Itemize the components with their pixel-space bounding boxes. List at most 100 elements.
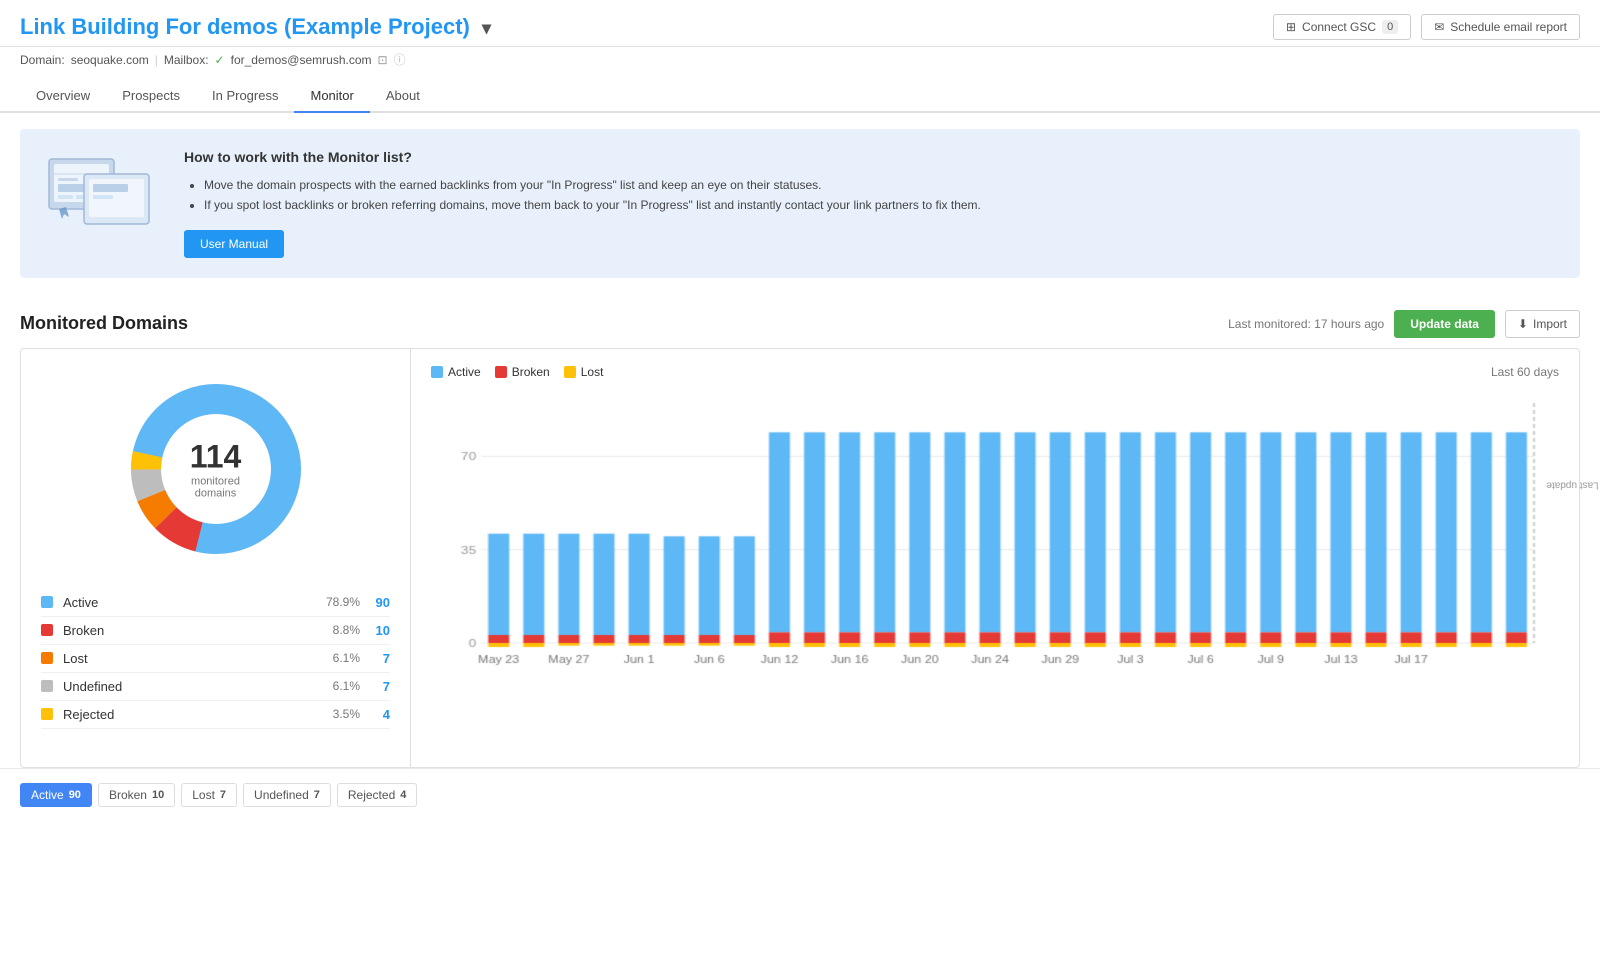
- bar-legend-item-active[interactable]: Active: [431, 365, 481, 379]
- filter-tab-count-active: 90: [69, 789, 81, 801]
- filter-tab-label-rejected: Rejected: [348, 788, 395, 802]
- last-update-label: Last update: [1546, 479, 1598, 490]
- domain-info: Domain: seoquake.com | Mailbox: ✓ for_de…: [0, 47, 1600, 76]
- filter-tab-label-undefined: Undefined: [254, 788, 309, 802]
- legend-count-broken[interactable]: 10: [360, 623, 390, 638]
- legend-count-lost[interactable]: 7: [360, 651, 390, 666]
- connect-label: Connect GSC: [1302, 20, 1376, 34]
- connect-icon: ⊞: [1286, 20, 1296, 34]
- legend-pct-undefined: 6.1%: [305, 679, 360, 693]
- legend-count-active[interactable]: 90: [360, 595, 390, 610]
- banner-text: How to work with the Monitor list? Move …: [184, 149, 981, 258]
- bar-legend-label-lost: Lost: [581, 365, 604, 379]
- bar-legend-cb-active: [431, 366, 443, 378]
- import-label: Import: [1533, 317, 1567, 331]
- section-header: Monitored Domains Last monitored: 17 hou…: [0, 294, 1600, 348]
- mailbox-check-icon: ✓: [215, 53, 225, 67]
- filter-tabs: Active 90Broken 10Lost 7Undefined 7Rejec…: [0, 768, 1600, 821]
- legend-dot-broken: [41, 624, 53, 636]
- connect-gsc-button[interactable]: ⊞ Connect GSC 0: [1273, 14, 1411, 40]
- banner-bullet-2: If you spot lost backlinks or broken ref…: [204, 195, 981, 215]
- domain-value: seoquake.com: [71, 53, 149, 67]
- schedule-email-button[interactable]: ✉ Schedule email report: [1421, 14, 1580, 40]
- info-icon: ⓘ: [394, 51, 406, 68]
- filter-tab-lost[interactable]: Lost 7: [181, 783, 237, 807]
- legend-item-undefined: Undefined 6.1% 7: [41, 673, 390, 701]
- legend-pct-rejected: 3.5%: [305, 707, 360, 721]
- filter-tab-label-lost: Lost: [192, 788, 215, 802]
- donut-legend: Active 78.9% 90 Broken 8.8% 10 Lost 6.1%…: [41, 589, 390, 729]
- section-actions: Last monitored: 17 hours ago Update data…: [1228, 310, 1580, 338]
- banner-bullet-1: Move the domain prospects with the earne…: [204, 175, 981, 195]
- legend-name-active: Active: [63, 595, 305, 610]
- legend-pct-broken: 8.8%: [305, 623, 360, 637]
- tab-overview[interactable]: Overview: [20, 80, 106, 113]
- legend-item-rejected: Rejected 3.5% 4: [41, 701, 390, 729]
- filter-tab-label-broken: Broken: [109, 788, 147, 802]
- legend-name-undefined: Undefined: [63, 679, 305, 694]
- filter-tab-undefined[interactable]: Undefined 7: [243, 783, 331, 807]
- page-title: Link Building For demos (Example Project…: [20, 14, 491, 40]
- bar-chart-canvas: [431, 393, 1559, 693]
- chart-container: 114 monitored domains Active 78.9% 90 Br…: [20, 348, 1580, 768]
- schedule-label: Schedule email report: [1450, 20, 1567, 34]
- donut-chart: 114 monitored domains: [41, 369, 390, 569]
- info-banner: How to work with the Monitor list? Move …: [20, 129, 1580, 278]
- banner-illustration: [44, 149, 164, 242]
- separator: |: [155, 53, 158, 67]
- tab-about[interactable]: About: [370, 80, 436, 113]
- donut-panel: 114 monitored domains Active 78.9% 90 Br…: [21, 349, 411, 767]
- legend-item-active: Active 78.9% 90: [41, 589, 390, 617]
- section-title: Monitored Domains: [20, 313, 188, 334]
- legend-dot-lost: [41, 652, 53, 664]
- last-60-label: Last 60 days: [1491, 365, 1559, 379]
- legend-item-broken: Broken 8.8% 10: [41, 617, 390, 645]
- title-blue: For demos (Example Project): [165, 14, 469, 39]
- last-monitored-text: Last monitored: 17 hours ago: [1228, 317, 1384, 331]
- tabs-nav: Overview Prospects In Progress Monitor A…: [0, 80, 1600, 113]
- legend-item-lost: Lost 6.1% 7: [41, 645, 390, 673]
- tab-in-progress[interactable]: In Progress: [196, 80, 294, 113]
- tab-prospects[interactable]: Prospects: [106, 80, 196, 113]
- filter-tab-count-broken: 10: [152, 789, 164, 801]
- update-data-button[interactable]: Update data: [1394, 310, 1495, 338]
- filter-tab-rejected[interactable]: Rejected 4: [337, 783, 418, 807]
- filter-tab-label-active: Active: [31, 788, 64, 802]
- banner-list: Move the domain prospects with the earne…: [184, 175, 981, 216]
- bar-legend-label-active: Active: [448, 365, 481, 379]
- filter-tab-active[interactable]: Active 90: [20, 783, 92, 807]
- tab-monitor[interactable]: Monitor: [294, 80, 369, 113]
- legend-count-undefined[interactable]: 7: [360, 679, 390, 694]
- legend-dot-undefined: [41, 680, 53, 692]
- legend-count-rejected[interactable]: 4: [360, 707, 390, 722]
- legend-pct-active: 78.9%: [305, 595, 360, 609]
- bar-legend: Active Broken Lost: [431, 365, 603, 379]
- copy-icon[interactable]: ⊡: [378, 53, 388, 67]
- monitor-illustration-icon: [44, 149, 164, 239]
- legend-name-lost: Lost: [63, 651, 305, 666]
- bar-chart-header: Active Broken Lost Last 60 days: [431, 365, 1559, 379]
- legend-dot-rejected: [41, 708, 53, 720]
- import-icon: ⬇: [1518, 317, 1528, 331]
- filter-tab-broken[interactable]: Broken 10: [98, 783, 175, 807]
- legend-name-broken: Broken: [63, 623, 305, 638]
- import-button[interactable]: ⬇ Import: [1505, 310, 1580, 338]
- domain-label: Domain:: [20, 53, 65, 67]
- bar-chart-area: [431, 393, 1559, 696]
- legend-pct-lost: 6.1%: [305, 651, 360, 665]
- mailbox-label: Mailbox:: [164, 53, 209, 67]
- donut-label1: monitored: [190, 475, 242, 487]
- user-manual-button[interactable]: User Manual: [184, 230, 284, 258]
- bar-legend-item-lost[interactable]: Lost: [564, 365, 604, 379]
- email-icon: ✉: [1434, 20, 1444, 34]
- header-actions: ⊞ Connect GSC 0 ✉ Schedule email report: [1273, 14, 1580, 40]
- banner-title: How to work with the Monitor list?: [184, 149, 981, 165]
- connect-count: 0: [1382, 20, 1398, 34]
- filter-tab-count-lost: 7: [220, 789, 226, 801]
- bar-legend-label-broken: Broken: [512, 365, 550, 379]
- mailbox-email: for_demos@semrush.com: [231, 53, 372, 67]
- dropdown-arrow-icon[interactable]: ▾: [482, 18, 491, 38]
- bar-legend-item-broken[interactable]: Broken: [495, 365, 550, 379]
- legend-name-rejected: Rejected: [63, 707, 305, 722]
- bar-legend-cb-broken: [495, 366, 507, 378]
